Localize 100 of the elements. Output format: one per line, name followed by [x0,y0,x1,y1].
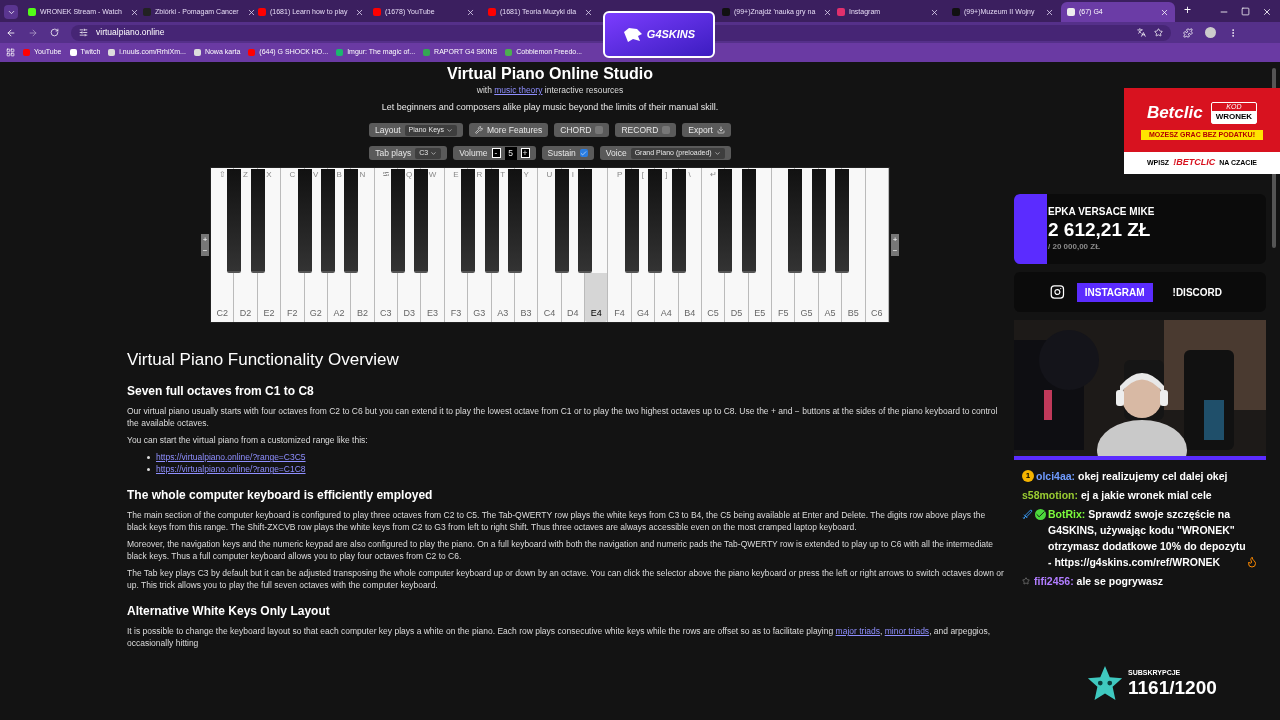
key-hint: T [500,171,506,180]
sharp-key[interactable] [671,169,686,274]
more-features-button[interactable]: More Features [469,123,549,138]
goal-name: EPKA VERSACE MIKE [1048,205,1156,219]
apps-icon[interactable] [6,48,15,57]
close-icon[interactable] [1160,7,1169,17]
extensions-icon[interactable] [1183,27,1193,38]
sharp-key[interactable] [648,169,663,274]
note-label: A2 [333,309,345,319]
checkbox[interactable] [579,149,588,158]
section-heading: The whole computer keyboard is efficiently employed [127,487,434,505]
sharp-key[interactable] [414,169,429,274]
sharp-key[interactable] [297,169,312,274]
checkbox[interactable] [662,126,671,135]
page-subtitle: with music theory interactive resources [476,84,624,97]
note-label: F4 [614,309,625,319]
new-tab-button[interactable]: + [1176,1,1199,19]
close-icon[interactable] [930,7,939,17]
key-hint: B [336,171,342,180]
note-label: G3 [473,309,486,319]
close-icon[interactable] [466,7,475,17]
back-icon[interactable] [6,27,16,38]
sharp-key[interactable] [507,169,522,274]
sharp-key[interactable] [461,169,476,274]
text-link[interactable]: major triads [835,626,880,637]
volume-label: Volume [459,146,488,160]
remove-octave-button[interactable]: − [891,245,899,257]
key-hint: V [313,171,319,180]
sharp-key[interactable] [250,169,265,274]
close-icon[interactable] [823,7,833,17]
export-button[interactable]: Export [682,123,731,138]
paragraph: Moreover, the navigation keys and the numeric keypad are also configured to play the piano. On a full keyboard with both the navigation and numeric pads the Tab-QWERTY row is extended to play up to C6 with all the intermediate black keys. Thus a full computer keyboard allows you to play four octaves from C2 to C6. [127,538,995,563]
close-icon[interactable] [1045,7,1054,17]
increase-button[interactable]: + [520,148,530,159]
select-label: Layout [375,123,401,137]
decrease-button[interactable]: - [491,148,501,159]
close-icon[interactable] [355,7,365,17]
note-label: E3 [427,309,439,319]
social-label: !DISCORD [1171,285,1223,300]
caret-icon [430,149,438,157]
range-link[interactable]: https://virtualpiano.online/?range=C1C8 [156,463,306,476]
note-label: B4 [684,309,696,319]
note-label: D2 [239,309,252,319]
close-icon[interactable] [246,7,256,17]
piano-key[interactable]: E4 [585,273,608,323]
close-icon[interactable] [129,7,139,17]
subs-count: 1161/1200 [1128,678,1217,699]
range-link[interactable]: https://virtualpiano.online/?range=C3C5 [156,451,306,464]
reload-icon[interactable] [50,28,59,37]
add-octave-button[interactable]: + [891,234,899,246]
caret-icon [446,126,454,134]
star-mascot-icon [1086,664,1124,702]
instagram-icon [1050,284,1065,300]
url-text: virtualpiano.online [96,26,165,39]
sharp-key[interactable] [578,169,593,274]
sharp-key[interactable] [227,169,242,274]
maximize-icon[interactable] [1241,7,1250,16]
sharp-key[interactable] [320,169,335,274]
key-hint: Q [406,171,413,180]
sharp-key[interactable] [484,169,499,274]
sharp-key[interactable] [835,169,850,274]
toggle-control[interactable]: RECORD [615,123,677,138]
sharp-key[interactable] [554,169,569,274]
remove-octave-button[interactable]: − [201,245,209,257]
checkbox[interactable] [595,126,604,135]
site-settings-icon [79,28,88,37]
text-link[interactable]: music theory [494,85,543,95]
key-hint: ⭾ [382,171,389,180]
caret-icon [713,149,721,157]
add-octave-button[interactable]: + [201,234,209,246]
key-hint: \ [688,171,691,180]
profile-avatar[interactable] [1205,27,1216,38]
key-hint: X [266,171,272,180]
sharp-key[interactable] [741,169,756,274]
note-label: D5 [730,309,743,319]
note-label: F2 [287,309,298,319]
sword-icon [1022,508,1033,520]
sharp-key[interactable] [391,169,406,274]
sharp-key[interactable] [811,169,826,274]
key-hint: R [476,171,483,180]
page-tagline: Let beginners and composers alike play music beyond the limits of their manual skill. [381,100,719,114]
bookmark-star-icon[interactable] [1154,28,1163,37]
tab-search-button[interactable] [4,5,18,19]
goal-target: / 20 000,00 ZŁ [1048,241,1102,253]
sharp-key[interactable] [718,169,733,274]
badge-count: 1 [1022,470,1034,482]
close-icon[interactable] [1262,7,1272,17]
sharp-key[interactable] [624,169,639,274]
verified-icon [1035,508,1046,520]
toggle-control[interactable]: Sustain [541,146,594,161]
key-hint: ] [665,171,668,180]
toggle-control[interactable]: CHORD [554,123,610,138]
key-hint: N [359,171,366,180]
sharp-key[interactable] [344,169,359,274]
close-icon[interactable] [584,7,594,17]
translate-icon[interactable] [1137,28,1146,37]
paragraph: It is possible to change the keyboard layout so that each computer key plays a white on the piano. Each row plays consecutive white keys while the rows are offset so as to facilitate playing major triads, minor triads, and arpeggios, occasionally hitting [127,625,992,650]
sharp-key[interactable] [788,169,803,274]
section-heading: Seven full octaves from C1 to C8 [127,383,315,401]
wrench-icon [475,126,484,135]
